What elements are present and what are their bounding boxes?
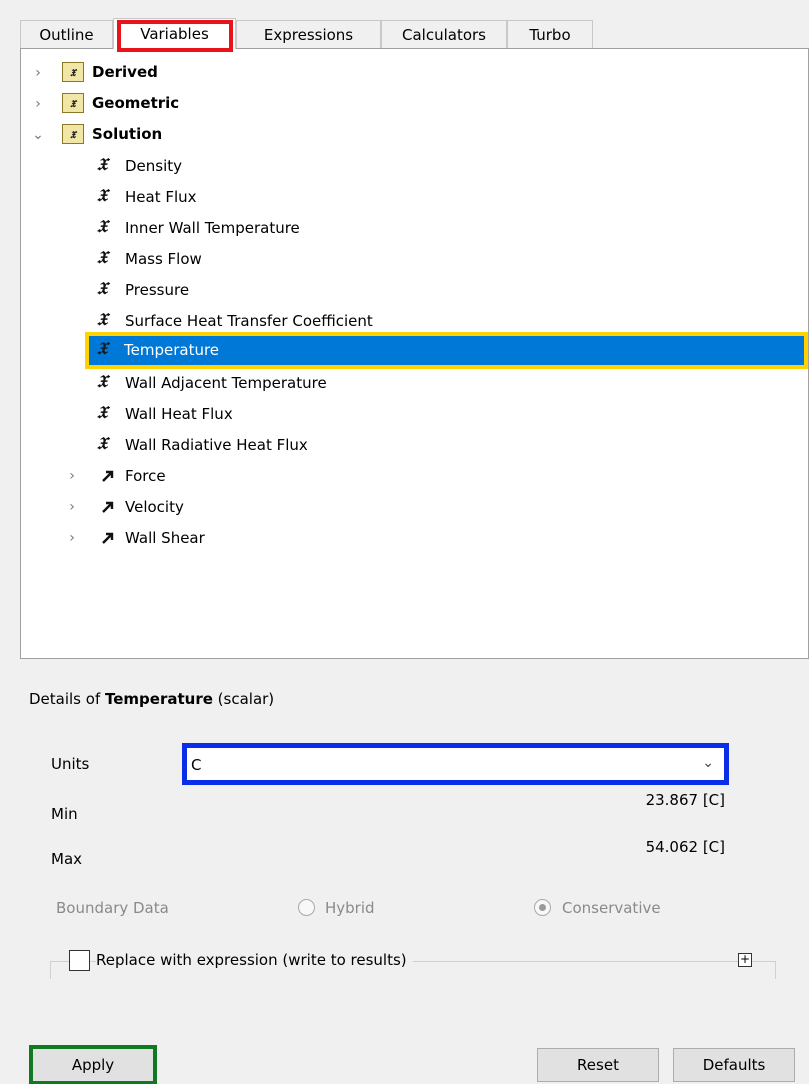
vector-variable-icon (102, 470, 114, 482)
chevron-right-icon[interactable]: › (65, 468, 79, 484)
chevron-down-icon[interactable]: ⌄ (702, 755, 714, 771)
tree-item-label: Wall Adjacent Temperature (125, 374, 327, 392)
tree-item-label: Force (125, 467, 166, 485)
tab-variables[interactable]: Variables (113, 18, 236, 49)
tab-calculators[interactable]: Calculators (381, 20, 507, 48)
units-select[interactable]: C ⌄ (182, 743, 729, 785)
tree-item-label: Mass Flow (125, 250, 202, 268)
min-value: 23.867 [C] (645, 791, 725, 809)
conservative-label: Conservative (562, 899, 661, 917)
tree-item-label: Wall Heat Flux (125, 405, 233, 423)
vector-variable-icon (102, 532, 114, 544)
units-label: Units (51, 755, 90, 773)
replace-expression-checkbox[interactable] (69, 950, 90, 971)
details-prefix: Details of (29, 690, 105, 708)
tree-item-label: Wall Radiative Heat Flux (125, 436, 308, 454)
tab-expressions-label: Expressions (263, 25, 354, 44)
tree-group-solution[interactable]: ⌄ 𝔵 Solution (21, 120, 801, 150)
tree-item-force[interactable]: › Force (21, 461, 801, 491)
tree-item-temperature[interactable]: 𝔛 Temperature (85, 332, 808, 369)
chevron-down-icon[interactable]: ⌄ (31, 127, 45, 143)
tab-expressions[interactable]: Expressions (236, 20, 381, 48)
tab-turbo-label: Turbo (529, 25, 571, 44)
tree-item-wall-heat-flux[interactable]: 𝔛 Wall Heat Flux (21, 399, 801, 429)
reset-button[interactable]: Reset (537, 1048, 659, 1082)
tree-item-mass-flow[interactable]: 𝔛 Mass Flow (21, 244, 801, 274)
scalar-variable-icon: 𝔛 (97, 186, 108, 206)
scalar-variable-icon: 𝔛 (97, 372, 108, 392)
variable-folder-icon: 𝔵 (62, 124, 84, 144)
tab-bar: Outline Variables Expressions Calculator… (20, 18, 809, 49)
tree-item-density[interactable]: 𝔛 Density (21, 151, 801, 181)
details-title: Details of Temperature (scalar) (29, 690, 274, 708)
chevron-right-icon[interactable]: › (65, 530, 79, 546)
boundary-data-label: Boundary Data (56, 899, 169, 917)
tree-item-pressure[interactable]: 𝔛 Pressure (21, 275, 801, 305)
tab-turbo[interactable]: Turbo (507, 20, 593, 48)
tree-item-label: Velocity (125, 498, 184, 516)
tree-item-wall-shear[interactable]: › Wall Shear (21, 523, 801, 553)
tree-group-derived[interactable]: › 𝔵 Derived (21, 58, 801, 88)
scalar-variable-icon: 𝔛 (97, 155, 108, 175)
tree-group-geometric[interactable]: › 𝔵 Geometric (21, 89, 801, 119)
conservative-radio[interactable] (534, 899, 551, 916)
scalar-variable-icon: 𝔛 (97, 279, 108, 299)
tree-item-label: Inner Wall Temperature (125, 219, 300, 237)
tree-item-label: Pressure (125, 281, 190, 299)
max-value: 54.062 [C] (645, 838, 725, 856)
replace-expression-label: Replace with expression (write to result… (96, 951, 413, 969)
variables-tree[interactable]: › 𝔵 Derived › 𝔵 Geometric ⌄ 𝔵 Solution 𝔛… (20, 48, 809, 659)
tree-item-label: Surface Heat Transfer Coefficient (125, 312, 373, 330)
tree-item-label: Density (125, 157, 183, 175)
tree-item-wall-radiative-heat-flux[interactable]: 𝔛 Wall Radiative Heat Flux (21, 430, 801, 460)
scalar-variable-icon: 𝔛 (97, 248, 108, 268)
tree-item-label: Wall Shear (125, 529, 205, 547)
reset-label: Reset (577, 1056, 619, 1074)
hybrid-label: Hybrid (325, 899, 375, 917)
scalar-variable-icon: 𝔛 (97, 403, 108, 423)
vector-variable-icon (102, 501, 114, 513)
min-label: Min (51, 805, 78, 823)
chevron-right-icon[interactable]: › (65, 499, 79, 515)
chevron-right-icon[interactable]: › (31, 96, 45, 112)
details-suffix: (scalar) (212, 690, 275, 708)
tab-outline-label: Outline (39, 25, 94, 44)
tab-variables-label: Variables (140, 25, 209, 43)
details-variable-name: Temperature (105, 690, 213, 708)
expand-plus-icon[interactable]: + (738, 953, 752, 967)
tree-group-label: Derived (92, 63, 158, 81)
max-label: Max (51, 850, 83, 868)
tree-item-label: Temperature (124, 341, 220, 359)
tree-item-velocity[interactable]: › Velocity (21, 492, 801, 522)
tab-calculators-label: Calculators (402, 25, 486, 44)
scalar-variable-icon: 𝔛 (97, 310, 108, 330)
units-value: C (191, 756, 202, 774)
scalar-variable-icon: 𝔛 (97, 339, 108, 359)
tab-outline[interactable]: Outline (20, 20, 113, 48)
defaults-label: Defaults (702, 1056, 766, 1074)
tree-group-label: Solution (92, 125, 163, 143)
defaults-button[interactable]: Defaults (673, 1048, 795, 1082)
chevron-right-icon[interactable]: › (31, 65, 45, 81)
tree-item-heat-flux[interactable]: 𝔛 Heat Flux (21, 182, 801, 212)
variable-folder-icon: 𝔵 (62, 93, 84, 113)
variable-folder-icon: 𝔵 (62, 62, 84, 82)
tree-item-label: Heat Flux (125, 188, 197, 206)
tree-item-inner-wall-temperature[interactable]: 𝔛 Inner Wall Temperature (21, 213, 801, 243)
hybrid-radio[interactable] (298, 899, 315, 916)
scalar-variable-icon: 𝔛 (97, 434, 108, 454)
scalar-variable-icon: 𝔛 (97, 217, 108, 237)
apply-button[interactable]: Apply (29, 1045, 157, 1084)
tree-group-label: Geometric (92, 94, 180, 112)
apply-label: Apply (71, 1056, 115, 1074)
tree-item-wall-adjacent-temperature[interactable]: 𝔛 Wall Adjacent Temperature (21, 368, 801, 398)
